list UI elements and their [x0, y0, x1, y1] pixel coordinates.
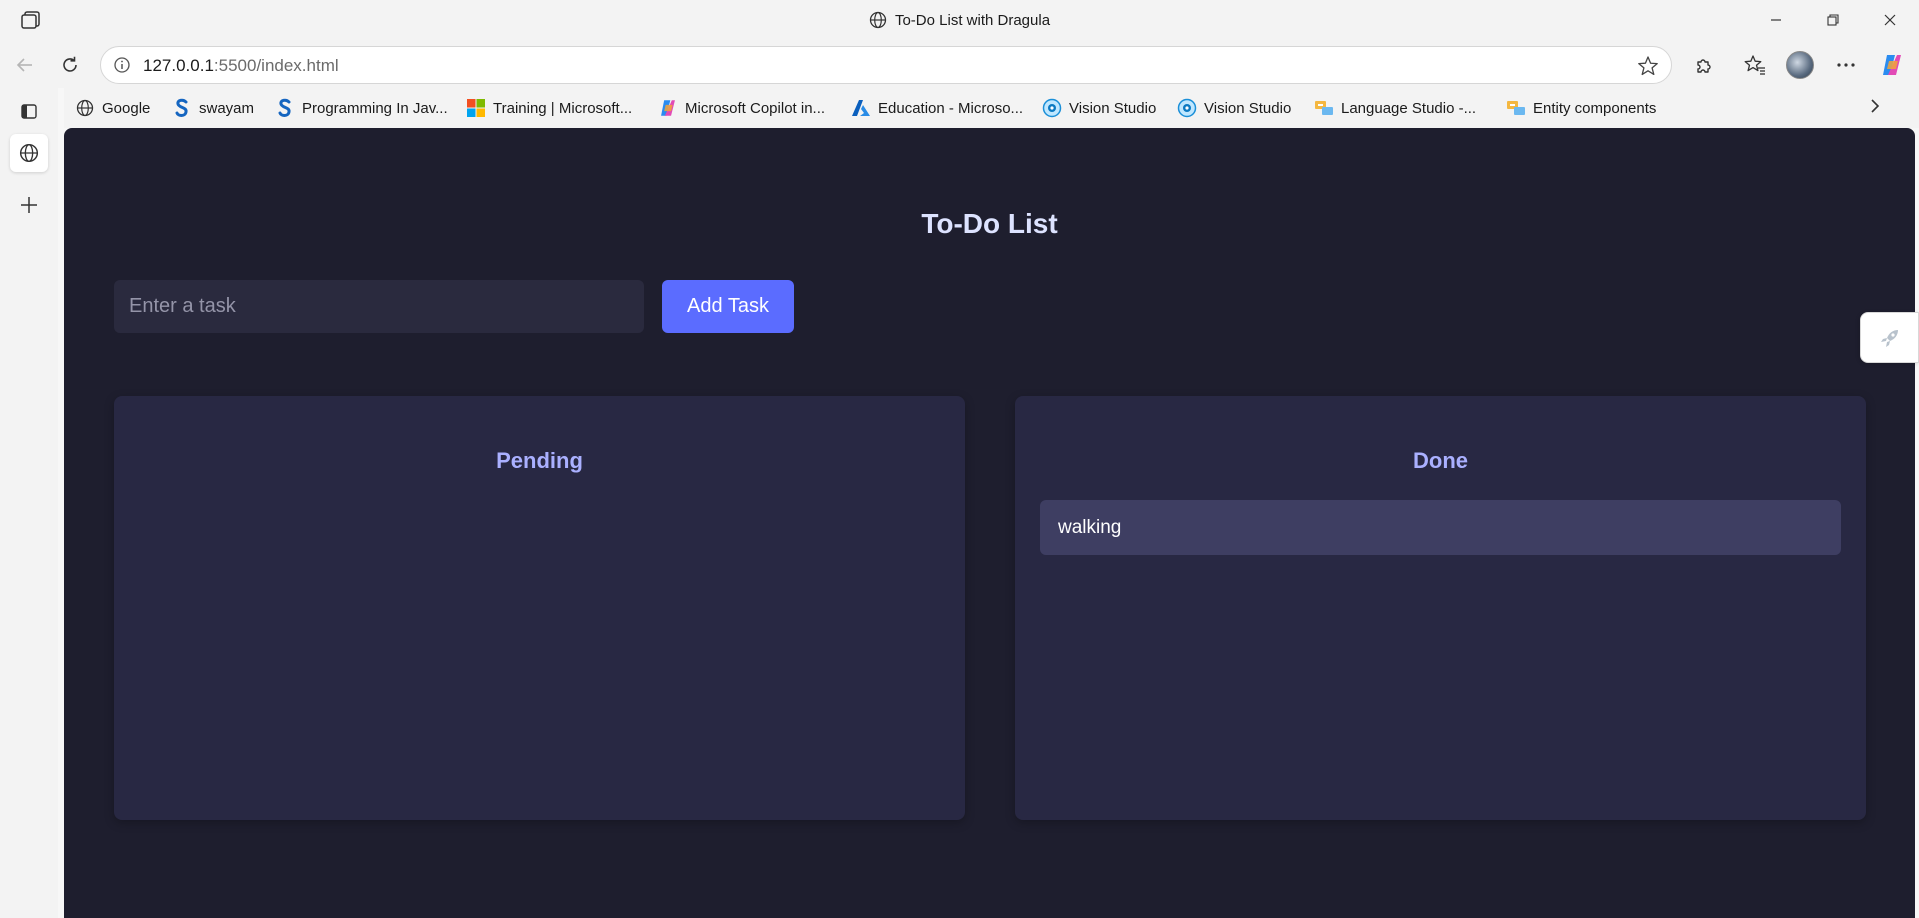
close-button[interactable] [1862, 0, 1918, 40]
swayam-s-icon [172, 98, 192, 118]
restore-button[interactable] [1805, 0, 1861, 40]
bookmark-item[interactable]: Google [75, 96, 150, 120]
language-studio-icon [1314, 98, 1334, 118]
tab-actions-icon[interactable] [10, 92, 48, 130]
title-bar: To-Do List with Dragula [0, 0, 1919, 40]
profile-avatar[interactable] [1786, 51, 1814, 79]
bookmark-item[interactable]: Vision Studio [1177, 96, 1291, 120]
new-tab-button[interactable] [10, 186, 48, 224]
bookmark-label: Language Studio -... [1341, 99, 1477, 117]
pending-column[interactable]: Pending [114, 396, 965, 820]
favorites-icon[interactable] [1741, 51, 1769, 79]
bookmark-label: Google [102, 99, 151, 117]
bookmark-label: Programming In Jav... [302, 99, 448, 117]
vertical-tab-strip [0, 88, 58, 918]
bookmark-item[interactable]: Programming In Jav... [275, 96, 448, 120]
bookmark-label: Microsoft Copilot in... [685, 99, 826, 117]
minimize-button[interactable] [1748, 0, 1804, 40]
tab-current-page[interactable] [10, 134, 48, 172]
language-studio-icon [1506, 98, 1526, 118]
vision-studio-icon [1042, 98, 1062, 118]
pending-column-title: Pending [496, 448, 583, 473]
page-title: To-Do List [921, 208, 1058, 239]
done-column[interactable]: Done walking [1015, 396, 1866, 820]
bookmark-label: Vision Studio [1204, 99, 1292, 117]
bookmark-item[interactable]: Vision Studio [1042, 96, 1156, 120]
avatar [1786, 51, 1814, 79]
copilot-icon [658, 98, 678, 118]
bookmark-item[interactable]: Entity components [1506, 96, 1656, 120]
add-task-button[interactable]: Add Task [662, 280, 794, 333]
microsoft-logo-icon [466, 98, 486, 118]
bookmarks-overflow-chevron-icon[interactable] [1865, 96, 1885, 121]
reload-button[interactable] [55, 50, 85, 80]
bookmark-item[interactable]: Education - Microso... [851, 96, 1023, 120]
globe-icon [869, 11, 887, 33]
bookmarks-bar: Google swayam Programming In Jav... Trai… [64, 88, 1919, 128]
bookmark-label: Training | Microsoft... [493, 99, 633, 117]
site-info-icon[interactable] [113, 56, 131, 79]
bookmark-label: Entity components [1533, 99, 1657, 117]
bookmark-item[interactable]: Language Studio -... [1314, 96, 1476, 120]
copilot-icon[interactable] [1878, 51, 1906, 79]
rocket-icon [1880, 329, 1898, 347]
navigation-bar: 127.0.0.1:5500/index.html [0, 40, 1919, 88]
bookmark-item[interactable]: swayam [172, 96, 254, 120]
globe-icon [19, 143, 39, 163]
swayam-s-icon [275, 98, 295, 118]
bookmark-item[interactable]: Microsoft Copilot in... [658, 96, 825, 120]
page-viewport: To-Do List Add Task Pending Done walking [64, 128, 1915, 918]
plus-icon [21, 197, 37, 213]
back-button[interactable] [10, 50, 40, 80]
window-title: To-Do List with Dragula [0, 11, 1919, 33]
more-options-icon[interactable] [1832, 51, 1860, 79]
globe-icon [75, 98, 95, 118]
favorite-star-icon[interactable] [1637, 55, 1659, 82]
bookmark-label: Education - Microso... [878, 99, 1024, 117]
bookmark-label: Vision Studio [1069, 99, 1157, 117]
window-title-text: To-Do List with Dragula [894, 12, 1051, 29]
url-text[interactable]: 127.0.0.1:5500/index.html [143, 56, 339, 76]
bookmark-label: swayam [199, 99, 255, 117]
bookmark-item[interactable]: Training | Microsoft... [466, 96, 632, 120]
task-item[interactable]: walking [1040, 500, 1841, 555]
done-column-title: Done [1413, 448, 1468, 473]
url-host: 127.0.0.1 [143, 56, 214, 75]
url-path: :5500/index.html [213, 56, 339, 75]
vision-studio-icon [1177, 98, 1197, 118]
azure-icon [851, 98, 871, 118]
address-bar[interactable]: 127.0.0.1:5500/index.html [100, 46, 1672, 84]
rocket-widget[interactable] [1860, 312, 1919, 363]
extensions-icon[interactable] [1690, 51, 1718, 79]
task-input[interactable] [114, 280, 644, 333]
